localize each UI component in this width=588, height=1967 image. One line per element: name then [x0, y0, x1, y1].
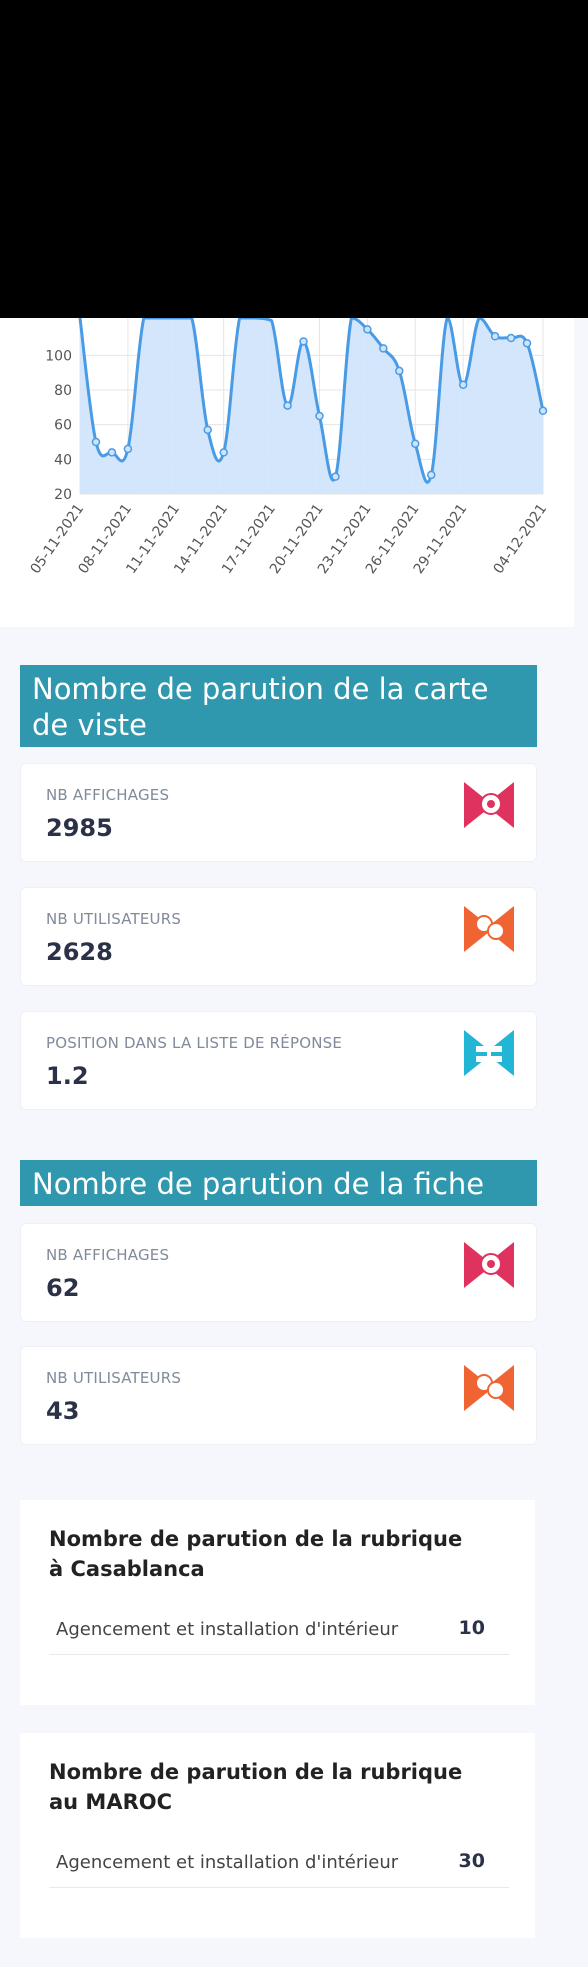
data-point: [522, 338, 532, 348]
eye-icon: [464, 1242, 514, 1288]
stat-label: NB AFFICHAGES: [46, 1246, 170, 1264]
rubric-row: Agencement et installation d'intérieur 3…: [49, 1844, 509, 1888]
chart-card: 20 40 60 80 100 05-11-2021 08-11-2021 11-11-20…: [0, 318, 574, 627]
stat-value: 43: [46, 1397, 80, 1425]
stat-card-affichages: NB AFFICHAGES 62: [20, 1223, 537, 1322]
stat-label: NB UTILISATEURS: [46, 910, 182, 928]
users-icon: [464, 906, 514, 952]
data-point: [283, 401, 292, 410]
data-point: [458, 380, 468, 390]
stat-value: 1.2: [46, 1062, 89, 1090]
rubric-count: 10: [458, 1617, 485, 1639]
section-title-fiche: Nombre de parution de la fiche: [20, 1160, 537, 1206]
data-point: [91, 437, 101, 447]
rubric-card-casablanca: Nombre de parution de la rubrique à Casa…: [20, 1500, 535, 1705]
area-chart: 20406080100 05-11-202108-11-202111-11-20…: [27, 318, 550, 577]
data-point: [379, 344, 388, 353]
users-icon: [464, 1365, 514, 1411]
data-point: [538, 406, 548, 416]
stat-card-affichages: NB AFFICHAGES 2985: [20, 763, 537, 862]
data-point: [299, 337, 308, 346]
data-point: [395, 366, 404, 376]
data-point: [315, 411, 324, 421]
rubric-name: Agencement et installation d'intérieur: [56, 1852, 399, 1873]
data-point: [490, 332, 500, 341]
stat-card-position: POSITION DANS LA LISTE DE RÉPONSE 1.2: [20, 1011, 537, 1110]
stat-value: 2628: [46, 938, 113, 966]
y-tick-label: 80: [54, 383, 72, 399]
data-point: [426, 470, 436, 480]
data-point: [411, 439, 420, 448]
rubric-title: Nombre de parution de la rubrique à Casa…: [49, 1527, 463, 1581]
stat-card-utilisateurs: NB UTILISATEURS 43: [20, 1346, 537, 1445]
rubric-title: Nombre de parution de la rubrique au MAR…: [49, 1760, 463, 1814]
y-tick-label: 60: [54, 418, 72, 434]
section-title-carte: Nombre de parution de la carte de viste: [20, 665, 537, 747]
stat-label: NB AFFICHAGES: [46, 786, 170, 804]
ranking-icon: [464, 1030, 514, 1076]
data-point: [363, 325, 372, 334]
x-tick-label: 04-12-2021: [490, 501, 550, 577]
rubric-name: Agencement et installation d'intérieur: [56, 1619, 399, 1640]
eye-icon: [464, 782, 514, 828]
y-tick-label: 40: [54, 452, 72, 468]
rubric-row: Agencement et installation d'intérieur 1…: [49, 1611, 509, 1655]
y-tick-label: 20: [54, 487, 72, 503]
data-point: [203, 425, 212, 435]
data-point: [331, 472, 340, 481]
data-point: [219, 448, 228, 457]
y-tick-label: 100: [45, 348, 72, 364]
data-point: [107, 448, 117, 457]
stat-label: NB UTILISATEURS: [46, 1369, 182, 1387]
stat-card-utilisateurs: NB UTILISATEURS 2628: [20, 887, 537, 986]
data-point: [506, 333, 516, 343]
data-point: [123, 444, 133, 454]
rubric-card-maroc: Nombre de parution de la rubrique au MAR…: [20, 1733, 535, 1938]
stat-value: 2985: [46, 814, 113, 842]
stat-label: POSITION DANS LA LISTE DE RÉPONSE: [46, 1034, 343, 1052]
top-black-bar: [0, 0, 588, 318]
rubric-count: 30: [458, 1850, 485, 1872]
stat-value: 62: [46, 1274, 80, 1302]
